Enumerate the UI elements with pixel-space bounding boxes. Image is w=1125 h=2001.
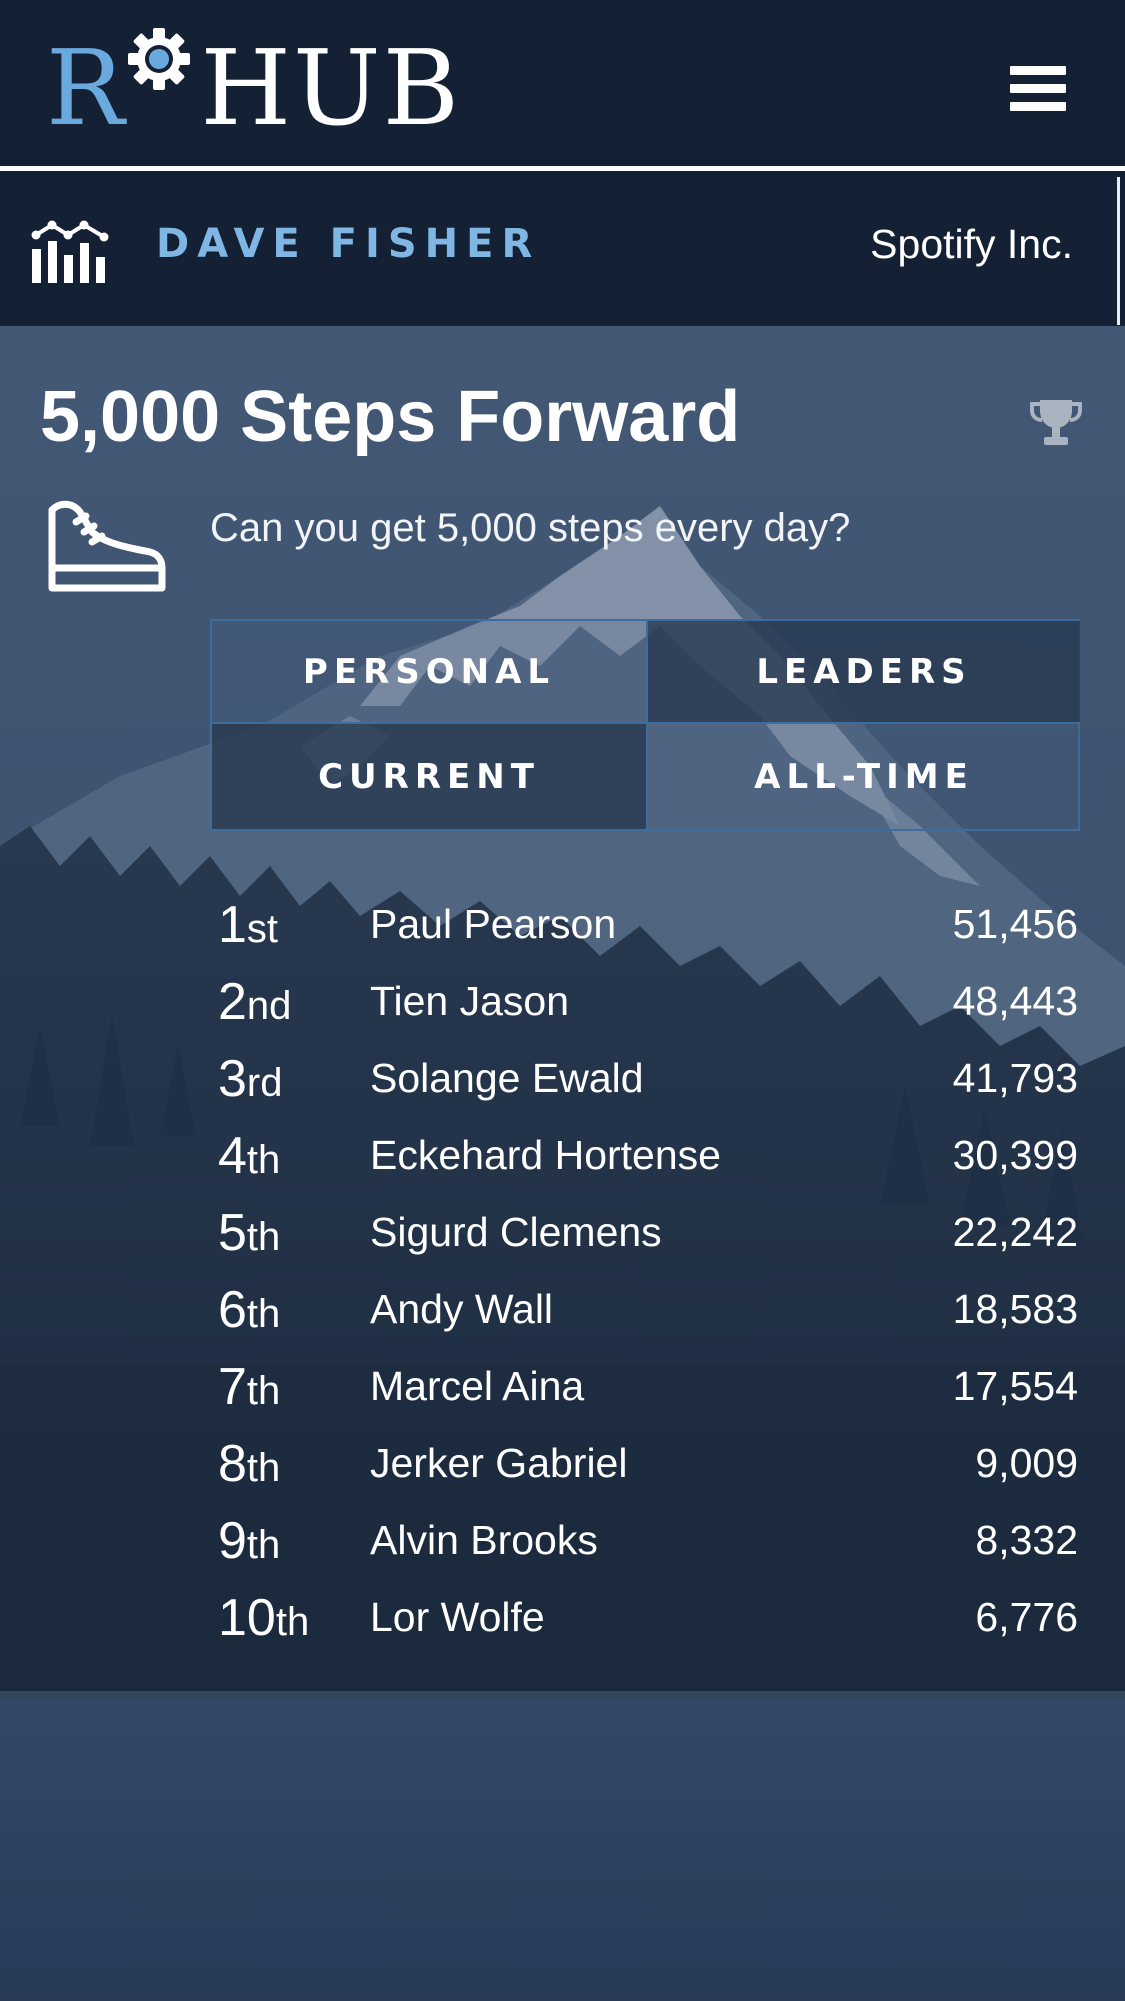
leaderboard-row[interactable]: 6th Andy Wall 18,583 xyxy=(218,1271,1078,1348)
participant-name: Tien Jason xyxy=(370,978,570,1024)
participant-name: Eckehard Hortense xyxy=(370,1132,721,1178)
leaderboard-row[interactable]: 7th Marcel Aina 17,554 xyxy=(218,1348,1078,1425)
leaderboard-row[interactable]: 2nd Tien Jason 48,443 xyxy=(218,963,1078,1040)
step-count: 8,332 xyxy=(975,1517,1078,1563)
rank: 5th xyxy=(218,1203,281,1262)
step-count: 48,443 xyxy=(952,978,1078,1024)
participant-name: Solange Ewald xyxy=(370,1055,644,1101)
hamburger-menu-icon[interactable] xyxy=(1010,66,1066,112)
rank: 9th xyxy=(218,1511,281,1570)
rhub-logo[interactable]: R HUB xyxy=(46,27,462,149)
participant-name: Andy Wall xyxy=(370,1286,554,1332)
leaderboard-row[interactable]: 4th Eckehard Hortense 30,399 xyxy=(218,1117,1078,1194)
participant-name: Lor Wolfe xyxy=(370,1594,545,1640)
leaderboard-row[interactable]: 10th Lor Wolfe 6,776 xyxy=(218,1579,1078,1656)
challenge-description: Can you get 5,000 steps every day? xyxy=(210,506,851,550)
header-divider xyxy=(0,166,1125,171)
app-header: R HUB xyxy=(0,0,1125,166)
sneaker-icon xyxy=(48,500,166,592)
rank: 10th xyxy=(218,1588,310,1647)
step-count: 9,009 xyxy=(975,1440,1078,1486)
stats-chart-icon[interactable] xyxy=(30,215,118,283)
logo-text-hub: HUB xyxy=(200,27,462,149)
challenge-title: 5,000 Steps Forward xyxy=(40,377,741,457)
user-bar: DAVE FISHER Spotify Inc. xyxy=(0,177,1120,325)
rank: 7th xyxy=(218,1357,281,1416)
leaderboard-row[interactable]: 5th Sigurd Clemens 22,242 xyxy=(218,1194,1078,1271)
rank: 2nd xyxy=(218,972,292,1031)
step-count: 18,583 xyxy=(952,1286,1078,1332)
rank: 8th xyxy=(218,1434,281,1493)
step-count: 22,242 xyxy=(952,1209,1078,1255)
step-count: 51,456 xyxy=(952,901,1078,947)
trophy-icon[interactable] xyxy=(1030,396,1082,448)
participant-name: Marcel Aina xyxy=(370,1363,585,1409)
participant-name: Paul Pearson xyxy=(370,901,617,947)
rank: 1st xyxy=(218,895,279,954)
tab-all-time[interactable]: ALL-TIME xyxy=(648,724,1080,829)
leaderboard-row[interactable]: 3rd Solange Ewald 41,793 xyxy=(218,1040,1078,1117)
company-name: Spotify Inc. xyxy=(870,221,1073,267)
leaderboard-row[interactable]: 1st Paul Pearson 51,456 xyxy=(218,886,1078,963)
tab-personal[interactable]: PERSONAL xyxy=(212,621,648,724)
rank: 4th xyxy=(218,1126,281,1185)
view-toggle-grid: PERSONAL LEADERS CURRENT ALL-TIME xyxy=(210,619,1080,831)
leaderboard-row[interactable]: 8th Jerker Gabriel 9,009 xyxy=(218,1425,1078,1502)
rank: 6th xyxy=(218,1280,281,1339)
tab-leaders[interactable]: LEADERS xyxy=(648,621,1080,724)
step-count: 17,554 xyxy=(952,1363,1078,1409)
tab-current[interactable]: CURRENT xyxy=(212,724,648,829)
gear-icon xyxy=(128,28,191,90)
participant-name: Jerker Gabriel xyxy=(370,1440,628,1486)
rank: 3rd xyxy=(218,1049,283,1108)
user-name[interactable]: DAVE FISHER xyxy=(156,221,540,267)
logo-letter-r: R xyxy=(46,27,127,149)
step-count: 30,399 xyxy=(952,1132,1078,1178)
step-count: 6,776 xyxy=(975,1594,1078,1640)
challenge-panel: 5,000 Steps Forward Can you get 5,000 st… xyxy=(0,326,1125,2001)
participant-name: Sigurd Clemens xyxy=(370,1209,662,1255)
leaderboard-list: 1st Paul Pearson 51,456 2nd Tien Jason 4… xyxy=(218,886,1078,1656)
step-count: 41,793 xyxy=(952,1055,1078,1101)
leaderboard-row[interactable]: 9th Alvin Brooks 8,332 xyxy=(218,1502,1078,1579)
participant-name: Alvin Brooks xyxy=(370,1517,598,1563)
